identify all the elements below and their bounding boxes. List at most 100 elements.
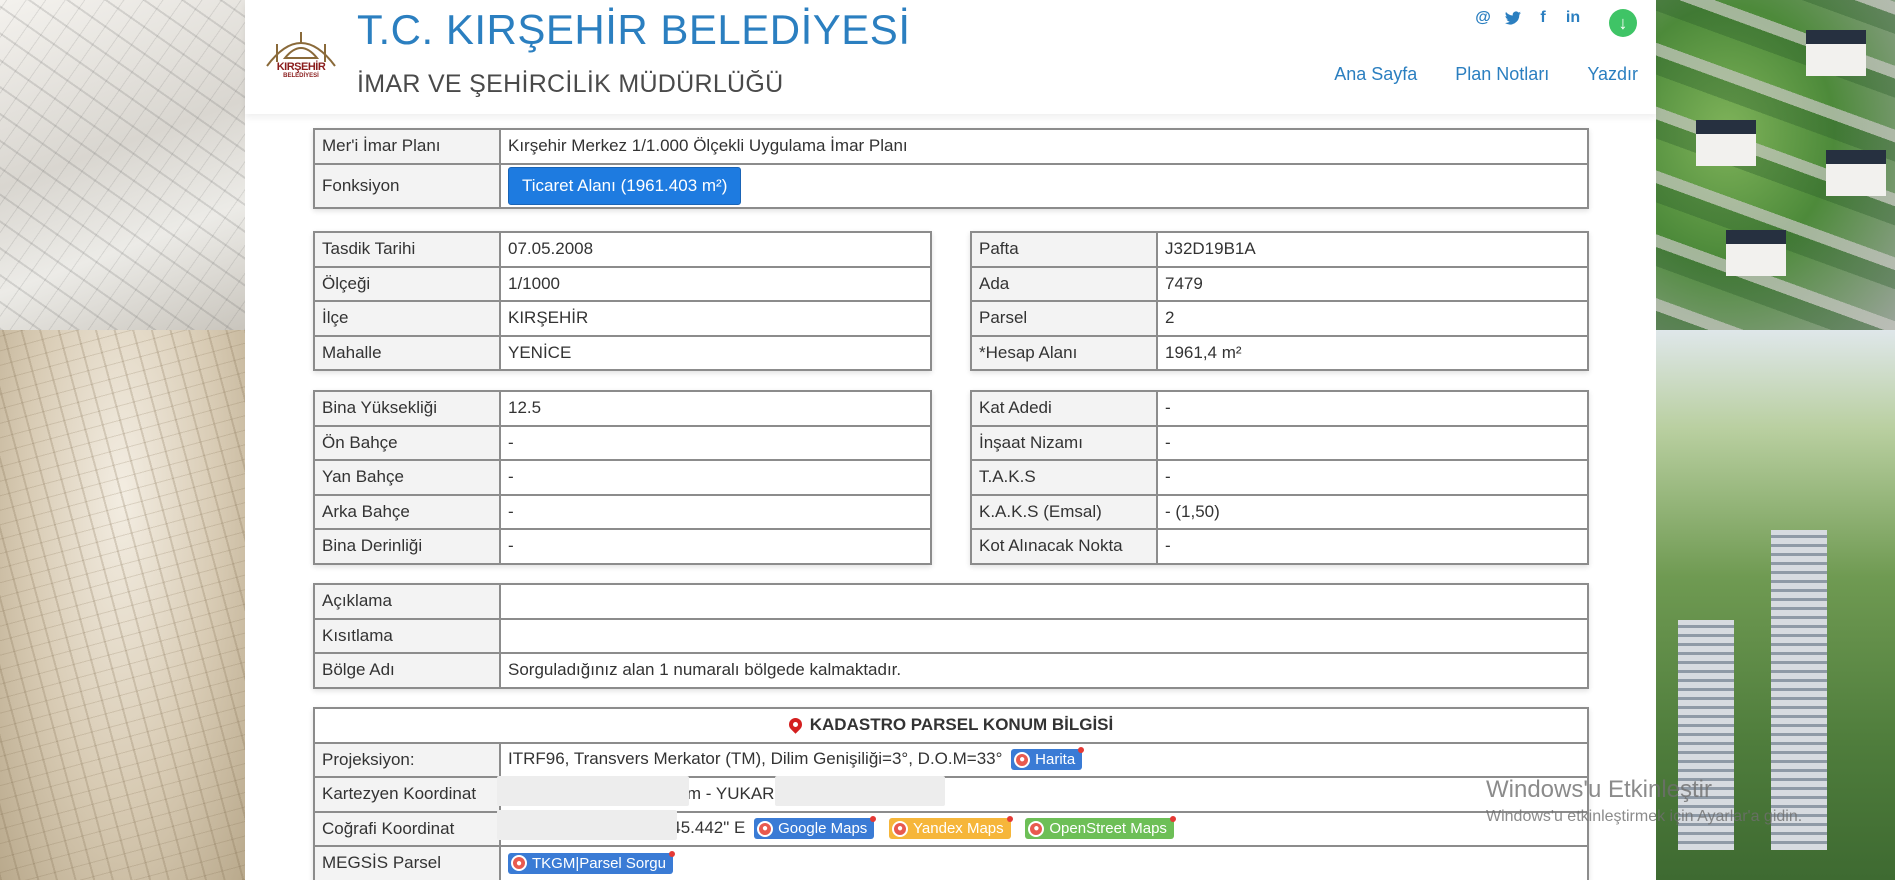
yandex-maps-button[interactable]: ● Yandex Maps xyxy=(889,816,1013,840)
info-right-table: Pafta J32D19B1A Ada 7479 Parsel 2 *Hesap Al… xyxy=(970,231,1589,371)
kadastro-heading: KADASTRO PARSEL KONUM BİLGİSİ xyxy=(313,707,1589,744)
front-yard-label: Ön Bahçe xyxy=(313,424,501,461)
city-sketch-image xyxy=(0,330,245,880)
table-row: İlçe KIRŞEHİR xyxy=(313,300,932,337)
linkedin-icon[interactable]: in xyxy=(1563,8,1583,28)
table-row: Projeksiyon: ITRF96, Transvers Merkator … xyxy=(313,741,1589,778)
map-pin-icon: ● xyxy=(1028,820,1045,837)
houses-image xyxy=(1656,0,1895,330)
function-button[interactable]: Ticaret Alanı (1961.403 m²) xyxy=(508,166,742,205)
projection-value: ITRF96, Transvers Merkator (TM), Dilim G… xyxy=(508,749,1003,769)
map-pin-icon: ● xyxy=(511,855,527,872)
table-row: Ön Bahçe - xyxy=(313,424,932,461)
district-value: KIRŞEHİR xyxy=(499,300,932,337)
right-background-image xyxy=(1656,0,1895,880)
table-row: Pafta J32D19B1A xyxy=(970,231,1589,268)
download-icon[interactable]: ↓ xyxy=(1609,9,1637,37)
page-subtitle: İMAR VE ŞEHİRCİLİK MÜDÜRLÜĞÜ xyxy=(357,70,784,98)
table-row: Bina Derinliği - xyxy=(313,528,932,565)
windows-activation-notice: Windows'u Etkinleştir Windows'u etkinleş… xyxy=(1486,776,1802,826)
cartesian-label: Kartezyen Koordinat xyxy=(313,776,501,813)
construction-order-label: İnşaat Nizamı xyxy=(970,424,1158,461)
kaks-label: K.A.K.S (Emsal) xyxy=(970,493,1158,530)
description-value xyxy=(499,583,1589,620)
table-row: Parsel 2 xyxy=(970,300,1589,337)
parcel-label: Parsel xyxy=(970,300,1158,337)
mosque-logo-icon xyxy=(266,32,336,67)
approval-date-label: Tasdik Tarihi xyxy=(313,231,501,268)
table-row: KADASTRO PARSEL KONUM BİLGİSİ xyxy=(313,707,1589,744)
main-content: KIRŞEHİR BELEDİYESİ T.C. KIRŞEHİR BELEDİ… xyxy=(245,0,1656,880)
page-title: T.C. KIRŞEHİR BELEDİYESİ xyxy=(357,6,911,53)
nav-print-link[interactable]: Yazdır xyxy=(1587,64,1638,85)
redacted-area xyxy=(775,776,945,806)
side-yard-label: Yan Bahçe xyxy=(313,459,501,496)
social-links: @ f in xyxy=(1473,8,1583,28)
geographic-label: Coğrafi Koordinat xyxy=(313,810,501,847)
table-row: Mahalle YENİCE xyxy=(313,334,932,371)
building-height-label: Bina Yüksekliği xyxy=(313,390,501,427)
description-label: Açıklama xyxy=(313,583,501,620)
nav-home-link[interactable]: Ana Sayfa xyxy=(1334,64,1417,85)
scale-label: Ölçeği xyxy=(313,265,501,302)
windows-activation-subtitle: Windows'u etkinleştirmek için Ayarlar'a … xyxy=(1486,808,1803,825)
yandex-maps-label: Yandex Maps xyxy=(913,820,1004,838)
notes-table: Açıklama Kısıtlama Bölge Adı Sorguladığın… xyxy=(313,583,1589,689)
table-row: Açıklama xyxy=(313,583,1589,620)
openstreet-maps-button[interactable]: ● OpenStreet Maps xyxy=(1025,816,1176,840)
table-row: Mer'i İmar Planı Kırşehir Merkez 1/1.000… xyxy=(313,128,1589,165)
kaks-value: - (1,50) xyxy=(1156,493,1589,530)
map-pin-icon: ● xyxy=(1014,751,1031,768)
area-value: 1961,4 m² xyxy=(1156,334,1589,371)
redacted-area xyxy=(497,776,689,806)
table-row: T.A.K.S - xyxy=(970,459,1589,496)
scale-value: 1/1000 xyxy=(499,265,932,302)
tkgm-label: TKGM|Parsel Sorgu xyxy=(532,854,666,872)
parcel-value: 2 xyxy=(1156,300,1589,337)
building-height-value: 12.5 xyxy=(499,390,932,427)
facebook-icon[interactable]: f xyxy=(1533,8,1553,28)
table-row: Kat Adedi - xyxy=(970,390,1589,427)
table-row: MEGSİS Parsel ● TKGM|Parsel Sorgu xyxy=(313,845,1589,880)
area-label: *Hesap Alanı xyxy=(970,334,1158,371)
harita-button[interactable]: ● Harita xyxy=(1011,747,1085,771)
plan-table: Mer'i İmar Planı Kırşehir Merkez 1/1.000… xyxy=(313,128,1589,209)
district-label: İlçe xyxy=(313,300,501,337)
logo-subtext: BELEDİYESİ xyxy=(283,73,319,79)
kadastro-heading-text: KADASTRO PARSEL KONUM BİLGİSİ xyxy=(809,715,1114,735)
kirsehir-logo[interactable]: KIRŞEHİR BELEDİYESİ xyxy=(257,24,345,94)
map-pin-icon: ● xyxy=(892,820,909,837)
restriction-label: Kısıtlama xyxy=(313,617,501,654)
map-pin-icon: ● xyxy=(757,820,774,837)
table-row: İnşaat Nizamı - xyxy=(970,424,1589,461)
table-row: K.A.K.S (Emsal) - (1,50) xyxy=(970,493,1589,530)
table-row: Fonksiyon Ticaret Alanı (1961.403 m²) xyxy=(313,162,1589,209)
top-nav: Ana Sayfa Plan Notları Yazdır xyxy=(1334,64,1638,85)
windows-activation-title: Windows'u Etkinleştir xyxy=(1486,776,1712,803)
logo-text: KIRŞEHİR xyxy=(276,61,326,73)
table-row: Ölçeği 1/1000 xyxy=(313,265,932,302)
approval-date-value: 07.05.2008 xyxy=(499,231,932,268)
nav-plan-notes-link[interactable]: Plan Notları xyxy=(1455,64,1549,85)
table-row: Kısıtlama xyxy=(313,617,1589,654)
twitter-icon[interactable] xyxy=(1503,8,1523,28)
taks-value: - xyxy=(1156,459,1589,496)
tkgm-parcel-query-button[interactable]: ● TKGM|Parsel Sorgu xyxy=(508,850,675,874)
function-cell: Ticaret Alanı (1961.403 m²) xyxy=(499,162,1589,209)
region-label: Bölge Adı xyxy=(313,652,501,689)
building-right-table: Kat Adedi - İnşaat Nizamı - T.A.K.S - K.A.K… xyxy=(970,390,1589,565)
page-header: KIRŞEHİR BELEDİYESİ T.C. KIRŞEHİR BELEDİ… xyxy=(245,0,1656,114)
table-row: Kot Alınacak Nokta - xyxy=(970,528,1589,565)
plan-value: Kırşehir Merkez 1/1.000 Ölçekli Uygulama… xyxy=(499,128,1589,165)
table-row: Tasdik Tarihi 07.05.2008 xyxy=(313,231,932,268)
projection-label: Projeksiyon: xyxy=(313,741,501,778)
info-left-table: Tasdik Tarihi 07.05.2008 Ölçeği 1/1000 İlç… xyxy=(313,231,932,371)
table-row: Yan Bahçe - xyxy=(313,459,932,496)
building-depth-label: Bina Derinliği xyxy=(313,528,501,565)
table-row: Ada 7479 xyxy=(970,265,1589,302)
google-maps-label: Google Maps xyxy=(778,820,868,838)
building-left-table: Bina Yüksekliği 12.5 Ön Bahçe - Yan Bahçe -… xyxy=(313,390,932,565)
construction-order-value: - xyxy=(1156,424,1589,461)
google-maps-button[interactable]: ● Google Maps xyxy=(754,816,877,840)
at-icon[interactable]: @ xyxy=(1473,8,1493,28)
